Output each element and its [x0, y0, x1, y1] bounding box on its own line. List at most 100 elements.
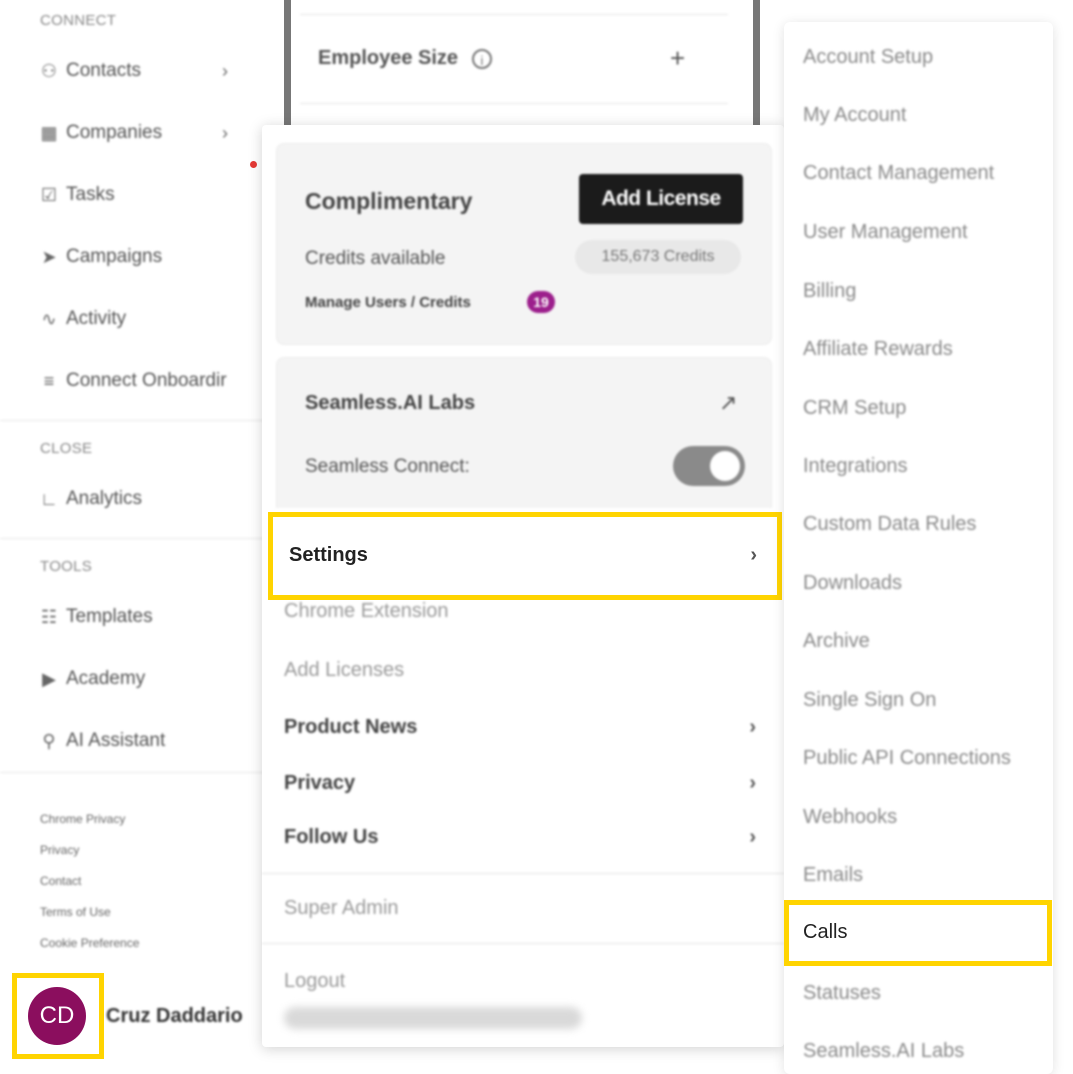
divider [0, 772, 265, 773]
add-license-button[interactable]: Add License [579, 174, 743, 224]
account-menu: Complimentary Add License Credits availa… [262, 125, 784, 1047]
sidebar-item-activity[interactable]: ∿ Activity [36, 304, 126, 334]
menu-item-add-licenses[interactable]: Add Licenses [284, 650, 764, 690]
templates-icon: ☷ [40, 606, 58, 627]
chevron-right-icon: › [749, 715, 756, 738]
footer-link-cookie-preference[interactable]: Cookie Preference [40, 936, 139, 950]
avatar-highlight[interactable]: CD [12, 973, 104, 1059]
labs-card: Seamless.AI Labs ↗ Seamless Connect: [276, 357, 772, 508]
sidebar-item-contacts[interactable]: ⚇ Contacts › [36, 56, 228, 86]
filter-label: Employee Size [318, 47, 459, 69]
sidebar-item-label: Companies [66, 122, 163, 143]
submenu-item-crm-setup[interactable]: CRM Setup [803, 397, 906, 420]
menu-item-chrome-extension[interactable]: Chrome Extension [284, 591, 764, 631]
submenu-item-statuses[interactable]: Statuses [803, 982, 881, 1005]
user-name: Cruz Daddario [106, 1005, 243, 1027]
sidebar-item-label: Academy [66, 668, 146, 689]
info-icon[interactable]: i [472, 49, 492, 69]
menu-item-product-news[interactable]: Product News › [284, 707, 764, 747]
menu-item-label: Product News [284, 715, 418, 738]
plus-icon[interactable]: + [670, 43, 685, 74]
sidebar-item-analytics[interactable]: ∟ Analytics [36, 484, 142, 514]
manage-users-credits-link[interactable]: Manage Users / Credits [305, 294, 471, 311]
settings-submenu: Account Setup My Account Contact Managem… [784, 22, 1053, 1074]
avatar[interactable]: CD [28, 987, 86, 1045]
redacted-email [284, 1007, 582, 1029]
menu-item-logout[interactable]: Logout [284, 961, 764, 1001]
submenu-item-seamless-ai-labs[interactable]: Seamless.AI Labs [803, 1040, 964, 1063]
sidebar-item-campaigns[interactable]: ➤ Campaigns [36, 242, 162, 272]
sidebar-item-label: Tasks [66, 184, 115, 205]
settings-highlight[interactable]: Settings › [268, 512, 782, 600]
sidebar-item-companies[interactable]: ▦ Companies › [36, 118, 228, 148]
sidebar-item-label: Templates [66, 606, 153, 627]
menu-item-label: Settings [289, 543, 368, 566]
seamless-connect-toggle[interactable] [673, 446, 745, 486]
manage-count-badge: 19 [527, 291, 555, 313]
submenu-item-contact-management[interactable]: Contact Management [803, 162, 994, 185]
academy-icon: ▶ [42, 668, 56, 689]
section-label-connect: CONNECT [40, 12, 117, 29]
menu-item-label: Privacy [284, 771, 356, 794]
sidebar-item-ai-assistant[interactable]: ⚲ AI Assistant [36, 726, 165, 756]
menu-divider [262, 943, 784, 944]
notification-dot [250, 161, 257, 168]
menu-item-super-admin[interactable]: Super Admin [284, 888, 764, 928]
plan-name: Complimentary [305, 188, 473, 214]
submenu-item-emails[interactable]: Emails [803, 864, 863, 887]
submenu-item-account-setup[interactable]: Account Setup [803, 46, 933, 69]
divider [0, 420, 265, 421]
sidebar: CONNECT ⚇ Contacts › ▦ Companies › ☑ Tas… [0, 0, 270, 1074]
submenu-item-downloads[interactable]: Downloads [803, 572, 902, 595]
submenu-item-my-account[interactable]: My Account [803, 104, 906, 127]
sidebar-item-label: Campaigns [66, 246, 163, 267]
sidebar-item-label: Analytics [66, 488, 143, 509]
submenu-item-single-sign-on[interactable]: Single Sign On [803, 689, 936, 712]
menu-divider [262, 873, 784, 874]
submenu-item-public-api-connections[interactable]: Public API Connections [803, 747, 1011, 770]
tasks-icon: ☑ [40, 184, 58, 205]
toggle-knob [710, 451, 740, 481]
ai-assistant-icon: ⚲ [42, 730, 56, 751]
sidebar-item-label: Contacts [66, 60, 141, 81]
menu-item-privacy[interactable]: Privacy › [284, 763, 764, 803]
chevron-right-icon: › [222, 60, 228, 81]
analytics-icon: ∟ [40, 488, 58, 509]
sidebar-item-academy[interactable]: ▶ Academy [36, 664, 145, 694]
sidebar-item-label: Connect Onboardir [66, 370, 227, 391]
submenu-item-webhooks[interactable]: Webhooks [803, 806, 897, 829]
divider [0, 538, 265, 539]
footer-link-terms[interactable]: Terms of Use [40, 905, 111, 919]
menu-item-settings[interactable]: Settings › [289, 535, 765, 575]
chevron-right-icon: › [750, 543, 757, 566]
seamless-connect-label: Seamless Connect: [305, 456, 470, 477]
submenu-item-integrations[interactable]: Integrations [803, 455, 908, 478]
credits-badge: 155,673 Credits [575, 240, 741, 274]
contacts-icon: ⚇ [40, 60, 58, 81]
footer-link-chrome-privacy[interactable]: Chrome Privacy [40, 812, 125, 826]
companies-icon: ▦ [40, 122, 58, 143]
sidebar-item-connect-onboarding[interactable]: ≡ Connect Onboardir [36, 366, 227, 396]
external-link-icon[interactable]: ↗ [719, 390, 737, 416]
calls-highlight[interactable]: Calls [784, 900, 1052, 966]
submenu-item-custom-data-rules[interactable]: Custom Data Rules [803, 513, 976, 536]
sidebar-item-templates[interactable]: ☷ Templates [36, 602, 153, 632]
submenu-item-calls[interactable]: Calls [803, 921, 847, 944]
chevron-right-icon: › [222, 122, 228, 143]
footer-link-contact[interactable]: Contact [40, 874, 81, 888]
sidebar-item-label: AI Assistant [66, 730, 166, 751]
submenu-item-affiliate-rewards[interactable]: Affiliate Rewards [803, 338, 953, 361]
menu-item-label: Add Licenses [284, 658, 405, 681]
menu-item-label: Super Admin [284, 896, 399, 919]
submenu-item-user-management[interactable]: User Management [803, 221, 968, 244]
section-label-close: CLOSE [40, 440, 93, 457]
submenu-item-billing[interactable]: Billing [803, 280, 856, 303]
sidebar-item-tasks[interactable]: ☑ Tasks [36, 180, 115, 210]
submenu-item-archive[interactable]: Archive [803, 630, 870, 653]
menu-item-follow-us[interactable]: Follow Us › [284, 817, 764, 857]
sidebar-item-label: Activity [66, 308, 127, 329]
filter-employee-size[interactable]: Employee Size i + [300, 14, 728, 104]
menu-item-label: Logout [284, 969, 346, 992]
footer-link-privacy[interactable]: Privacy [40, 843, 79, 857]
plan-card: Complimentary Add License Credits availa… [276, 143, 772, 345]
